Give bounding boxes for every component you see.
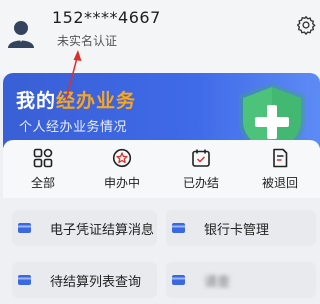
service-item-pending-settlement-query[interactable]: 待结算列表查询 xyxy=(12,262,157,298)
service-item-e-voucher-settlement[interactable]: 电子凭证结算消息 xyxy=(12,210,157,246)
my-business-banner[interactable]: 我的经办业务 个人经办业务情况 xyxy=(3,73,320,148)
card-icon xyxy=(18,223,31,233)
gear-icon[interactable] xyxy=(296,15,316,35)
banner-title: 我的经办业务 xyxy=(16,86,136,113)
tab-all-label: 全部 xyxy=(30,176,55,190)
banner-title-part1: 我的 xyxy=(16,90,57,112)
tab-in-progress[interactable]: 申办中 xyxy=(92,148,152,191)
service-item-query[interactable]: 请查 xyxy=(166,262,316,298)
card-icon xyxy=(172,223,185,233)
tab-returned[interactable]: 被退回 xyxy=(250,148,310,191)
star-circle-icon xyxy=(112,148,132,168)
tab-returned-label: 被退回 xyxy=(261,176,298,190)
calendar-check-icon xyxy=(192,149,210,167)
user-phone: 152****4667 xyxy=(52,8,161,27)
service-item-label: 请查 xyxy=(204,275,231,290)
verification-status[interactable]: 未实名认证 xyxy=(57,32,117,49)
avatar[interactable] xyxy=(6,18,36,48)
card-icon xyxy=(172,275,185,285)
grid-icon xyxy=(33,148,53,168)
service-item-label: 待结算列表查询 xyxy=(50,275,142,290)
banner-title-part2: 经办业务 xyxy=(56,90,137,112)
status-tabs: 全部 申办中 已办结 被退回 xyxy=(3,140,320,198)
service-item-bank-card-management[interactable]: 银行卡管理 xyxy=(166,210,316,246)
tab-all[interactable]: 全部 xyxy=(13,148,73,191)
tab-completed-label: 已办结 xyxy=(182,176,219,190)
card-icon xyxy=(18,275,31,285)
banner-subtitle: 个人经办业务情况 xyxy=(19,120,128,135)
tab-completed[interactable]: 已办结 xyxy=(171,148,231,191)
service-item-label: 银行卡管理 xyxy=(204,223,270,238)
tab-in-progress-label: 申办中 xyxy=(103,176,140,190)
document-return-icon xyxy=(273,148,288,168)
service-item-label: 电子凭证结算消息 xyxy=(50,223,155,238)
shield-icon xyxy=(239,83,305,148)
